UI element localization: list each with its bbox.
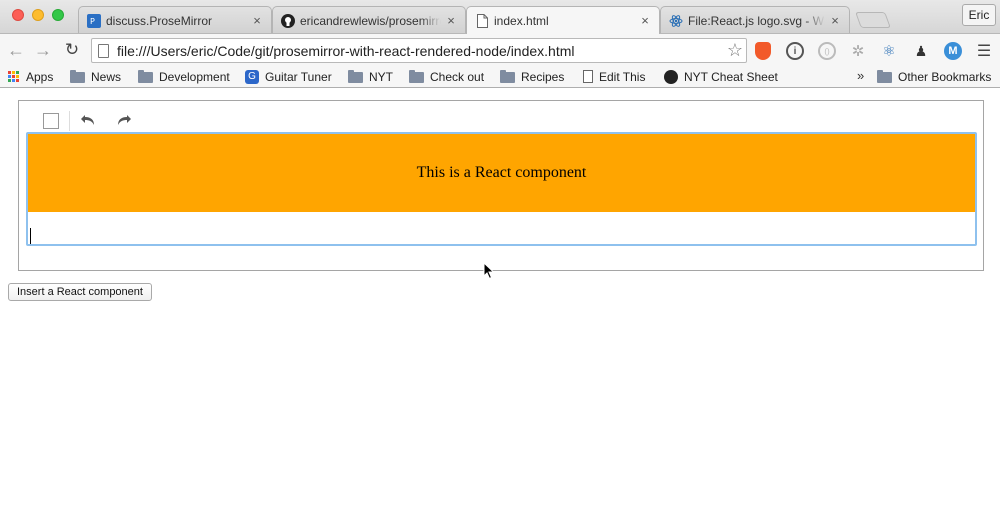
bookmarks-overflow-chevron[interactable]: » — [857, 68, 864, 83]
bookmark-label: NYT — [369, 69, 393, 84]
profile-button[interactable]: Eric — [962, 4, 996, 26]
editor-content-area[interactable]: This is a React component — [26, 132, 977, 246]
hamburger-menu-icon[interactable]: ☰ — [975, 42, 993, 60]
bookmark-label: Apps — [26, 69, 54, 84]
guitar-tuner-icon: G — [245, 69, 259, 84]
bookmarks-bar: Apps News Development G Guitar Tuner NYT… — [0, 65, 1000, 88]
bookmark-label: Guitar Tuner — [265, 69, 332, 84]
menu-separator — [69, 111, 70, 131]
bookmark-label: Development — [159, 69, 230, 84]
apps-grid-icon — [8, 70, 20, 83]
tab-title: File:React.js logo.svg - Wiki — [688, 13, 825, 28]
bookmark-nyt-cheat-sheet[interactable]: NYT Cheat Sheet — [664, 68, 778, 85]
tab-index-html[interactable]: index.html × — [466, 6, 660, 34]
bookmark-label: NYT Cheat Sheet — [684, 69, 778, 84]
tab-title: index.html — [494, 13, 549, 28]
tab-title: discuss.ProseMirror — [106, 13, 213, 28]
text-caret — [30, 228, 31, 244]
minimize-window-button[interactable] — [32, 9, 44, 21]
mouse-pointer-icon — [483, 261, 495, 280]
redo-icon[interactable] — [113, 110, 133, 130]
folder-icon — [348, 70, 363, 83]
page-icon — [475, 13, 489, 28]
folder-icon — [138, 70, 153, 83]
bookmark-guitar-tuner[interactable]: G Guitar Tuner — [245, 68, 332, 85]
new-tab-button[interactable] — [855, 12, 891, 28]
window-titlebar: P discuss.ProseMirror × ericandrewlewis/… — [0, 0, 1000, 34]
back-arrow-icon[interactable]: ← — [6, 40, 26, 60]
bookmark-news[interactable]: News — [70, 68, 121, 85]
ghostery-extension-icon[interactable]: () — [818, 42, 836, 60]
tab-discuss-prosemirror[interactable]: P discuss.ProseMirror × — [78, 6, 272, 34]
svg-text:P: P — [90, 17, 95, 26]
forward-arrow-icon[interactable]: → — [33, 40, 53, 60]
react-component-node[interactable]: This is a React component — [28, 134, 975, 212]
close-tab-icon[interactable]: × — [639, 13, 651, 28]
page-icon — [98, 43, 109, 58]
bookmark-development[interactable]: Development — [138, 68, 230, 85]
gear-extension-icon[interactable]: ✲ — [849, 42, 867, 60]
react-devtools-icon[interactable]: ⚛ — [880, 42, 898, 60]
tab-title: ericandrewlewis/prosemirror — [300, 13, 441, 28]
bookmark-label: Check out — [430, 69, 485, 84]
react-icon — [669, 14, 683, 28]
url-text[interactable]: file:///Users/eric/Code/git/prosemirror-… — [117, 43, 724, 59]
brave-extension-icon[interactable] — [754, 42, 772, 60]
prosemirror-editor: This is a React component — [18, 100, 984, 271]
bookmark-label: News — [91, 69, 122, 84]
undo-icon[interactable] — [79, 110, 99, 130]
browser-toolbar: ← → ↻ file:///Users/eric/Code/git/prosem… — [0, 33, 1000, 65]
close-tab-icon[interactable]: × — [445, 13, 457, 28]
bookmark-check-out[interactable]: Check out — [409, 68, 484, 85]
address-bar[interactable]: file:///Users/eric/Code/git/prosemirror-… — [91, 38, 747, 63]
github-icon — [281, 13, 295, 28]
bookmark-star-icon[interactable]: ☆ — [724, 40, 746, 61]
folder-icon — [70, 70, 85, 83]
folder-icon — [877, 70, 892, 83]
checkbox-menu-item[interactable] — [43, 113, 59, 129]
document-icon — [583, 70, 593, 83]
editor-menubar — [19, 101, 983, 133]
bookmark-edit-this[interactable]: Edit This — [583, 68, 645, 85]
close-window-button[interactable] — [12, 9, 24, 21]
insert-react-component-button[interactable]: Insert a React component — [8, 283, 152, 301]
react-component-text: This is a React component — [416, 164, 587, 181]
zoom-window-button[interactable] — [52, 9, 64, 21]
bookmark-apps[interactable]: Apps — [8, 68, 53, 85]
bookmark-label: Recipes — [521, 69, 565, 84]
prosemirror-discuss-icon: P — [87, 13, 101, 28]
penguin-extension-icon[interactable]: ♟ — [912, 42, 930, 60]
bookmark-label: Edit This — [599, 69, 646, 84]
tab-react-logo-wiki[interactable]: File:React.js logo.svg - Wiki × — [660, 6, 850, 34]
folder-icon — [500, 70, 515, 83]
1password-extension-icon[interactable]: i — [786, 42, 804, 60]
folder-icon — [409, 70, 424, 83]
close-tab-icon[interactable]: × — [251, 13, 263, 28]
bookmark-nyt[interactable]: NYT — [348, 68, 393, 85]
reload-icon[interactable]: ↻ — [62, 40, 82, 60]
bookmark-other-bookmarks[interactable]: Other Bookmarks — [877, 68, 991, 85]
bookmark-label: Other Bookmarks — [898, 69, 992, 84]
tab-github-repo[interactable]: ericandrewlewis/prosemirror × — [272, 6, 466, 34]
bookmark-recipes[interactable]: Recipes — [500, 68, 564, 85]
close-tab-icon[interactable]: × — [829, 13, 841, 28]
m-extension-icon[interactable]: M — [944, 42, 962, 60]
github-icon — [664, 69, 678, 84]
